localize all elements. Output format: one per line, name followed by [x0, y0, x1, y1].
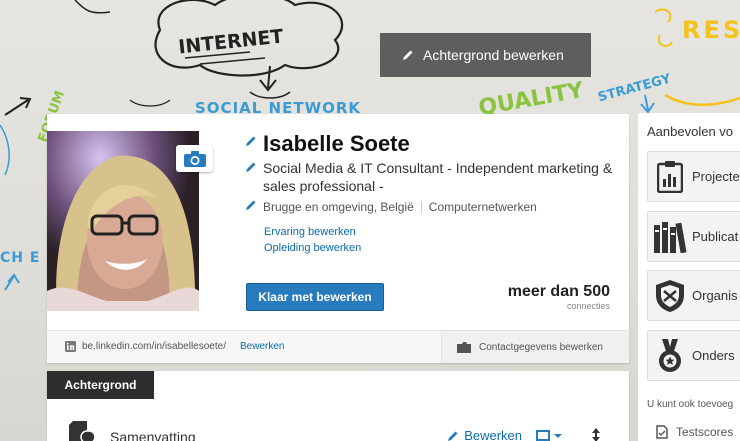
profile-name: Isabelle Soete — [263, 131, 410, 156]
clipboard-chart-icon — [657, 160, 683, 193]
name-row: Isabelle Soete — [245, 131, 613, 157]
rail-item-honors[interactable]: Onders — [647, 330, 740, 381]
reorder-arrows-icon[interactable] — [591, 428, 601, 441]
document-check-icon — [656, 425, 668, 439]
recommended-sections-rail: Aanbevolen vo Projecte Publicat Organis … — [638, 113, 740, 441]
background-section: Achtergrond Samenvatting Bewerken — [47, 371, 629, 441]
rail-item-publications[interactable]: Publicat — [647, 211, 740, 262]
edit-experience-link[interactable]: Ervaring bewerken — [264, 224, 613, 240]
rail-item-label: Onders — [692, 348, 735, 363]
change-photo-button[interactable] — [176, 145, 213, 172]
public-profile-url: be.linkedin.com/in/isabellesoete/ — [82, 341, 226, 352]
profile-industry: Computernetwerken — [428, 200, 537, 214]
edit-links: Ervaring bewerken Opleiding bewerken — [264, 224, 613, 256]
connections-number: meer dan 500 — [507, 283, 610, 300]
linkedin-icon — [65, 341, 76, 352]
doodle-research: RESE — [682, 16, 740, 44]
rail-sub-item-label: Testscores — [676, 425, 734, 439]
profile-headline: Social Media & IT Consultant - Independe… — [263, 160, 613, 194]
connections-count: meer dan 500 connecties — [508, 283, 610, 311]
summary-row: Samenvatting Bewerken — [67, 421, 609, 441]
doodle-strategy: STRATEGY — [596, 71, 673, 105]
rail-item-projects[interactable]: Projecte — [647, 151, 740, 202]
profile-location-line: Brugge en omgeving, België Computernetwer… — [263, 199, 537, 215]
headline-row: Social Media & IT Consultant - Independe… — [245, 157, 613, 195]
rail-subtitle: U kunt ook toevoeg — [647, 399, 734, 410]
location-row: Brugge en omgeving, België Computernetwer… — [245, 195, 613, 215]
summary-title: Samenvatting — [110, 429, 196, 441]
edit-url-link[interactable]: Bewerken — [240, 341, 284, 352]
profile-card: Isabelle Soete Social Media & IT Consult… — [47, 114, 629, 363]
edit-background-button[interactable]: Achtergrond bewerken — [380, 33, 591, 77]
profile-info: Isabelle Soete Social Media & IT Consult… — [245, 131, 613, 256]
connections-label: connecties — [566, 301, 610, 311]
edit-contact-info-button[interactable]: Contactgegevens bewerken — [441, 331, 629, 363]
rail-item-test-scores[interactable]: Testscores — [656, 425, 733, 439]
rail-title: Aanbevolen vo — [647, 124, 734, 139]
camera-icon — [183, 150, 206, 167]
pencil-icon — [403, 50, 413, 60]
public-url-area: be.linkedin.com/in/isabellesoete/ Bewerk… — [65, 341, 284, 352]
add-media-dropdown-icon[interactable] — [536, 430, 562, 441]
background-tab[interactable]: Achtergrond — [47, 371, 154, 399]
edit-summary-button[interactable]: Bewerken — [447, 428, 522, 441]
edit-contact-info-label: Contactgegevens bewerken — [479, 341, 603, 353]
edit-headline-pencil-icon[interactable] — [245, 161, 257, 173]
contact-card-icon — [457, 341, 471, 353]
pencil-icon — [448, 431, 458, 441]
profile-location: Brugge en omgeving, België — [263, 200, 414, 214]
divider — [420, 201, 422, 213]
edit-location-pencil-icon[interactable] — [245, 199, 257, 211]
rail-item-label: Projecte — [692, 169, 740, 184]
edit-education-link[interactable]: Opleiding bewerken — [264, 240, 613, 256]
doodle-tech: CH E — [0, 250, 40, 266]
rail-item-label: Publicat — [692, 229, 739, 244]
edit-summary-label: Bewerken — [464, 428, 522, 441]
edit-background-label: Achtergrond bewerken — [423, 47, 564, 63]
summary-document-icon — [69, 421, 95, 441]
medal-icon — [659, 338, 681, 372]
shield-icon — [656, 279, 684, 312]
profile-footer: be.linkedin.com/in/isabellesoete/ Bewerk… — [47, 330, 629, 363]
edit-name-pencil-icon[interactable] — [245, 135, 257, 147]
books-icon — [654, 221, 687, 253]
rail-item-organizations[interactable]: Organis — [647, 270, 740, 321]
rail-item-label: Organis — [692, 288, 738, 303]
done-editing-button[interactable]: Klaar met bewerken — [246, 283, 384, 311]
